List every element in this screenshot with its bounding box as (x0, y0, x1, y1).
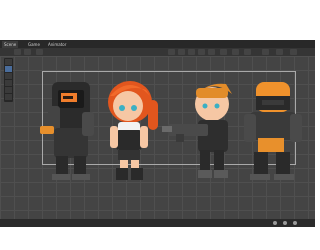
status-bar (0, 219, 315, 227)
tab-animator-label: Animator (48, 42, 67, 47)
tab-game[interactable]: Game (26, 41, 42, 48)
effects-button[interactable] (208, 49, 215, 55)
more-options-icon[interactable] (290, 49, 297, 55)
unity-editor-window: Scene Game Animator (0, 40, 315, 227)
tab-scene[interactable]: Scene (2, 41, 19, 48)
search-icon[interactable] (262, 49, 269, 55)
gunner-man-sprite[interactable] (162, 83, 232, 178)
gizmos-button[interactable] (244, 49, 251, 55)
tab-scene-label: Scene (4, 42, 17, 47)
tab-bar: Scene Game Animator (0, 40, 315, 48)
lighting-button[interactable] (188, 49, 195, 55)
grid-snap-button[interactable] (36, 49, 43, 55)
global-button[interactable] (24, 49, 31, 55)
robot-left-sprite[interactable] (40, 82, 94, 180)
warning-icon (273, 221, 277, 225)
info-icon (283, 221, 287, 225)
hidden-objects-button[interactable] (220, 49, 227, 55)
camera-icon[interactable] (232, 49, 239, 55)
audio-button[interactable] (198, 49, 205, 55)
tab-game-label: Game (28, 42, 40, 47)
scene-view[interactable] (0, 56, 315, 219)
draw-mode-button[interactable] (168, 49, 175, 55)
layers-icon[interactable] (276, 49, 283, 55)
characters-layer (40, 81, 302, 180)
pivot-button[interactable] (14, 49, 21, 55)
settings-icon[interactable] (293, 221, 297, 225)
red-haired-girl-sprite[interactable] (108, 81, 158, 180)
tab-animator[interactable]: Animator (46, 41, 68, 48)
robot-right-sprite[interactable] (244, 82, 302, 180)
2d-toggle-button[interactable] (178, 49, 185, 55)
